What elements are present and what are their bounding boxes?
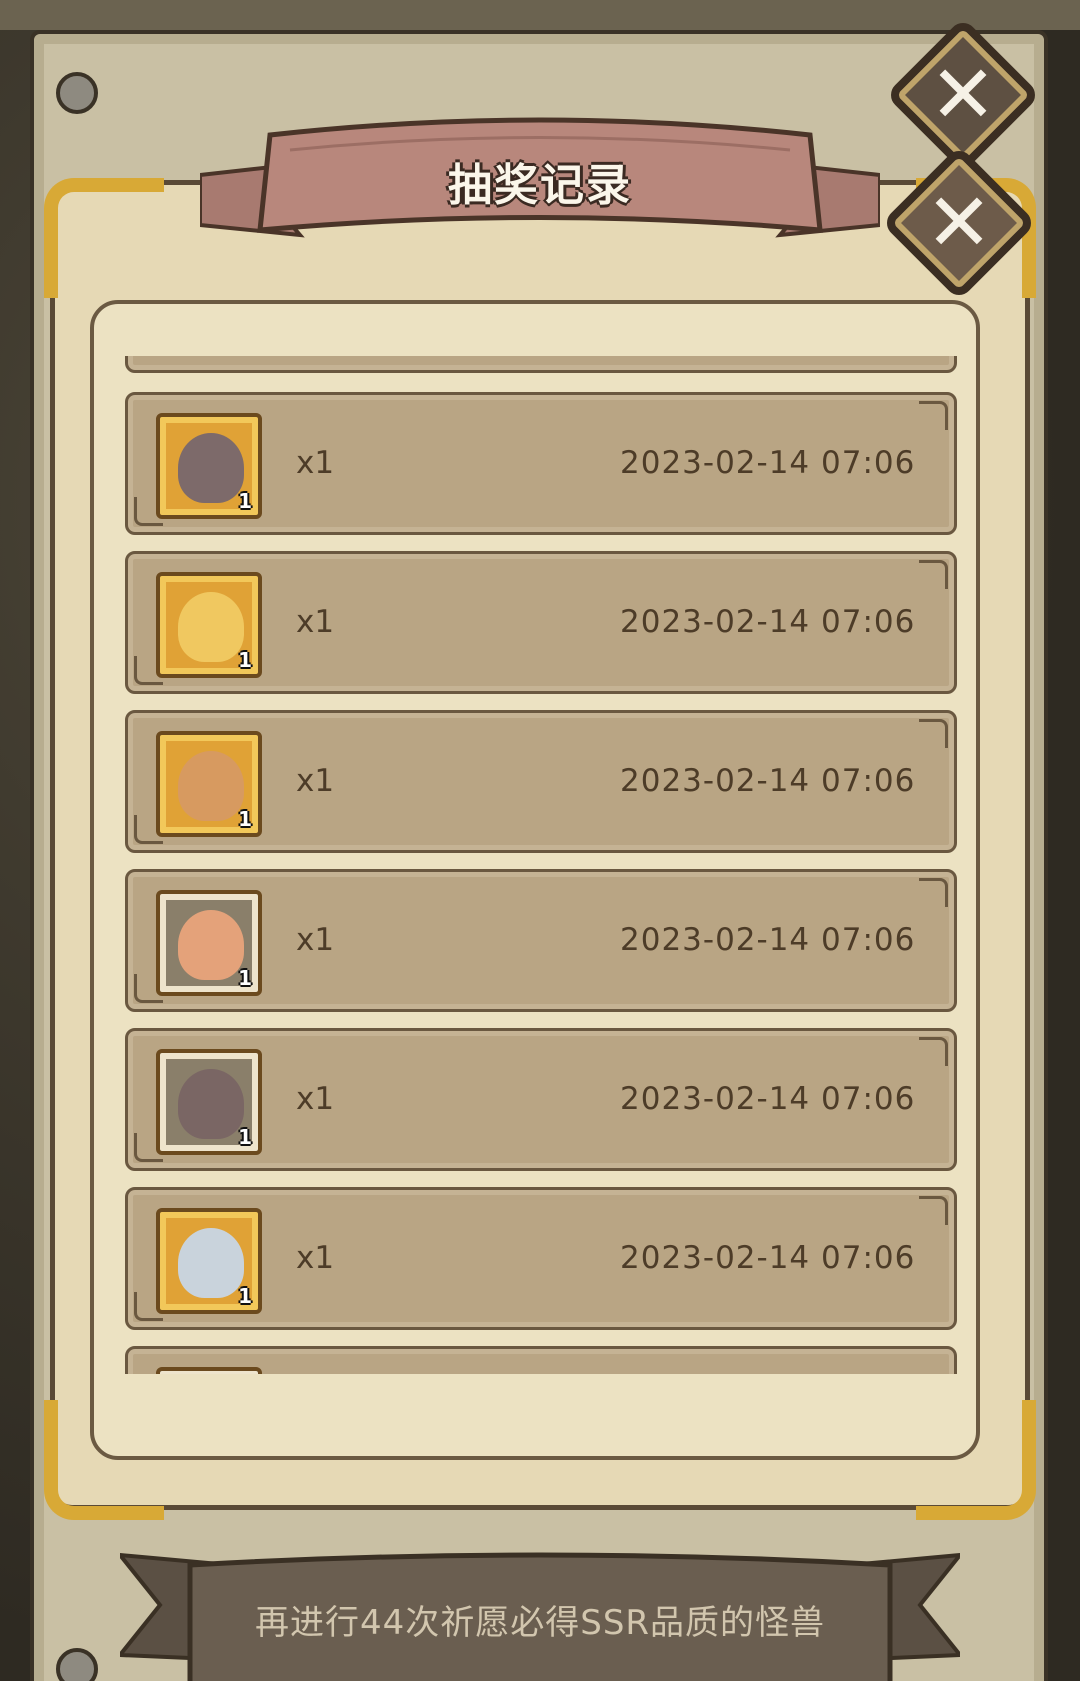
- footer-banner: 再进行44次祈愿必得SSR品质的怪兽: [120, 1535, 960, 1681]
- quantity-text: x1: [296, 604, 335, 640]
- brown-hair-girl-avatar-icon[interactable]: 1: [156, 731, 262, 837]
- timestamp-text: 2023-02-14 07:06: [620, 763, 916, 799]
- gold-corner-ornament: [916, 1400, 1036, 1520]
- list-item: 1 x1 2023-02-14 07:06: [125, 392, 957, 535]
- stone-golem-avatar-icon[interactable]: 1: [156, 413, 262, 519]
- avatar-face: [178, 910, 244, 980]
- timestamp-text: 2023-02-14 07:06: [620, 922, 916, 958]
- list-item-partial: [125, 356, 957, 373]
- list-item: 1 x1 2023-02-14 07:06: [125, 1028, 957, 1171]
- close-icon: ✕: [929, 48, 997, 141]
- list-item: 1 x1 2023-02-14 07:06: [125, 1187, 957, 1330]
- blonde-girl-avatar-icon[interactable]: 1: [156, 572, 262, 678]
- avatar-face: [178, 433, 244, 503]
- salamander-avatar-icon[interactable]: 1: [156, 890, 262, 996]
- timestamp-text: 2023-02-14 07:06: [620, 445, 916, 481]
- record-list[interactable]: 1 x1 2023-02-14 07:06 1 x1 2023-02-14 07…: [122, 356, 962, 1374]
- timestamp-text: 2023-02-14 07:06: [620, 1240, 916, 1276]
- avatar-count: 1: [238, 1125, 252, 1149]
- page-title: 抽奖记录: [448, 160, 632, 211]
- timestamp-text: 2023-02-14 07:06: [620, 604, 916, 640]
- pity-counter-text: 再进行44次祈愿必得SSR品质的怪兽: [254, 1603, 826, 1643]
- avatar-face: [178, 751, 244, 821]
- gold-corner-ornament: [44, 1400, 164, 1520]
- timestamp-text: 2023-02-14 07:06: [620, 1081, 916, 1117]
- quantity-text: x1: [296, 1240, 335, 1276]
- close-icon: ✕: [925, 176, 993, 269]
- quantity-text: x1: [296, 763, 335, 799]
- avatar-face: [178, 592, 244, 662]
- nail-icon: [56, 72, 98, 114]
- monster-avatar-icon[interactable]: [156, 1367, 262, 1374]
- avatar-count: 1: [238, 807, 252, 831]
- avatar-count: 1: [238, 966, 252, 990]
- list-item: 1 x1 2023-02-14 07:06: [125, 869, 957, 1012]
- gacha-record-screen: 抽奖记录 ✕ ✕ 1 x1 2023-02-14 07:06 1 x1 2023…: [0, 0, 1080, 1681]
- list-item-partial: [125, 1346, 957, 1374]
- list-item: 1 x1 2023-02-14 07:06: [125, 710, 957, 853]
- quantity-text: x1: [296, 1081, 335, 1117]
- silver-hair-avatar-icon[interactable]: 1: [156, 1208, 262, 1314]
- avatar-face: [178, 1069, 244, 1139]
- list-item: 1 x1 2023-02-14 07:06: [125, 551, 957, 694]
- avatar-face: [178, 1228, 244, 1298]
- toad-avatar-icon[interactable]: 1: [156, 1049, 262, 1155]
- quantity-text: x1: [296, 922, 335, 958]
- quantity-text: x1: [296, 445, 335, 481]
- background-topbar: [0, 0, 1080, 30]
- avatar-count: 1: [238, 489, 252, 513]
- gold-corner-ornament: [44, 178, 164, 298]
- title-ribbon: 抽奖记录: [200, 115, 880, 255]
- avatar-count: 1: [238, 1284, 252, 1308]
- avatar-count: 1: [238, 648, 252, 672]
